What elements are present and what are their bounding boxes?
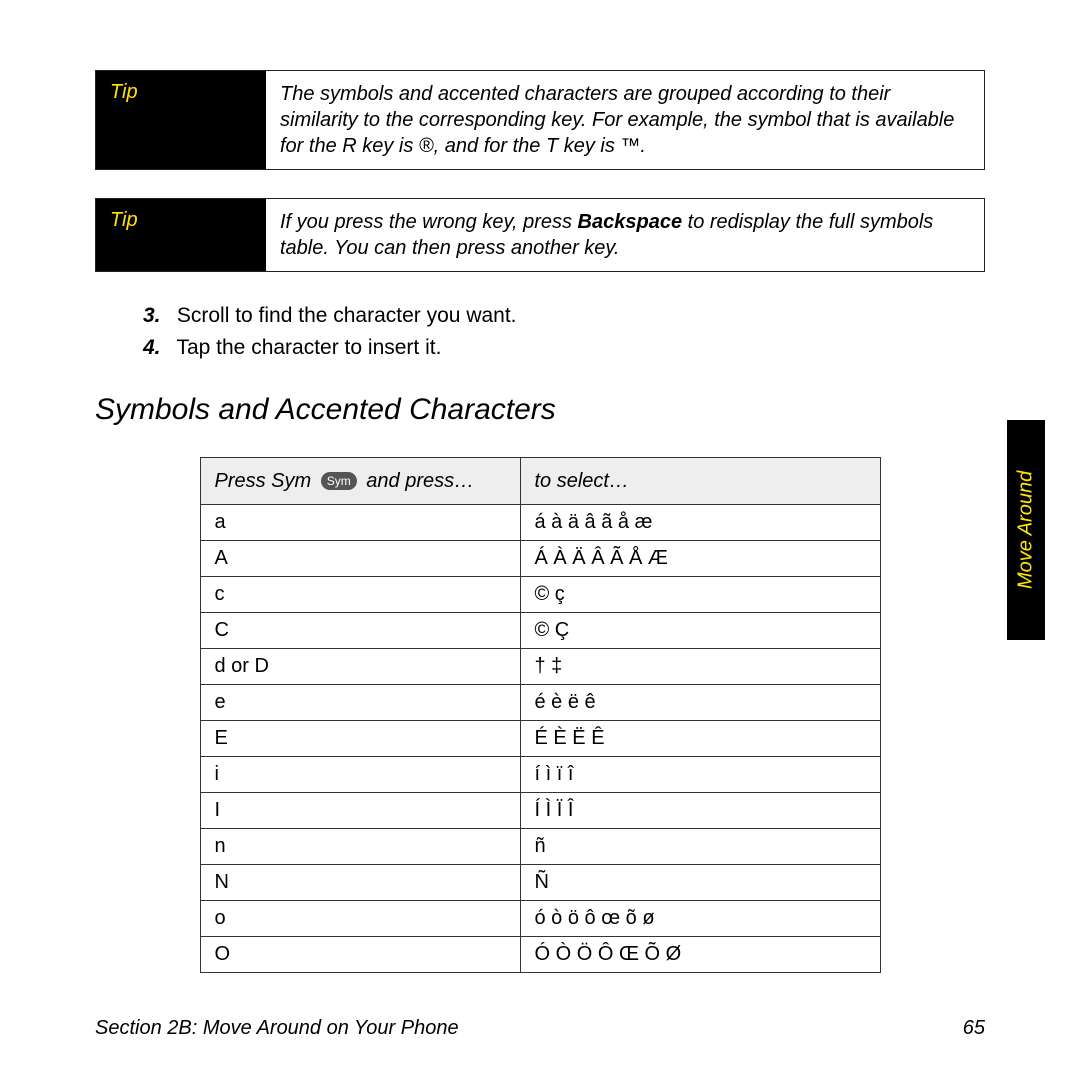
tip-box-2: Tip If you press the wrong key, press Ba… bbox=[95, 198, 985, 272]
tip-body-bold: Backspace bbox=[578, 211, 683, 233]
select-cell: Ñ bbox=[520, 865, 880, 901]
table-header-right: to select… bbox=[520, 458, 880, 505]
press-cell: n bbox=[200, 829, 520, 865]
table-row: NÑ bbox=[200, 865, 880, 901]
tip-label: Tip bbox=[96, 199, 266, 271]
step-text: Tap the character to insert it. bbox=[176, 336, 441, 359]
table-row: IÍ Ì Ï Î bbox=[200, 793, 880, 829]
tip-body-pre: If you press the wrong key, press bbox=[280, 211, 578, 233]
select-cell: © Ç bbox=[520, 613, 880, 649]
select-cell: Í Ì Ï Î bbox=[520, 793, 880, 829]
press-cell: A bbox=[200, 541, 520, 577]
table-row: eé è ë ê bbox=[200, 685, 880, 721]
press-cell: C bbox=[200, 613, 520, 649]
table-row: d or D† ‡ bbox=[200, 649, 880, 685]
footer: Section 2B: Move Around on Your Phone 65 bbox=[95, 1017, 985, 1040]
press-cell: e bbox=[200, 685, 520, 721]
step-item: 3. Scroll to find the character you want… bbox=[143, 300, 985, 332]
table-row: aá à ä â ã å æ bbox=[200, 505, 880, 541]
tip-body: If you press the wrong key, press Backsp… bbox=[266, 199, 984, 271]
page: Tip The symbols and accented characters … bbox=[0, 0, 1080, 1080]
table-row: nñ bbox=[200, 829, 880, 865]
header-left-pre: Press Sym bbox=[215, 470, 317, 492]
select-cell: ó ò ö ô œ õ ø bbox=[520, 901, 880, 937]
section-title: Symbols and Accented Characters bbox=[95, 393, 985, 427]
press-cell: d or D bbox=[200, 649, 520, 685]
press-cell: o bbox=[200, 901, 520, 937]
select-cell: © ç bbox=[520, 577, 880, 613]
press-cell: E bbox=[200, 721, 520, 757]
select-cell: í ì ï î bbox=[520, 757, 880, 793]
table-row: oó ò ö ô œ õ ø bbox=[200, 901, 880, 937]
step-number: 4. bbox=[143, 332, 171, 364]
table-header-row: Press Sym Sym and press… to select… bbox=[200, 458, 880, 505]
step-item: 4. Tap the character to insert it. bbox=[143, 332, 985, 364]
select-cell: ñ bbox=[520, 829, 880, 865]
select-cell: é è ë ê bbox=[520, 685, 880, 721]
tip-box-1: Tip The symbols and accented characters … bbox=[95, 70, 985, 170]
table-row: OÓ Ò Ö Ô Œ Õ Ø bbox=[200, 937, 880, 973]
press-cell: O bbox=[200, 937, 520, 973]
table-row: ií ì ï î bbox=[200, 757, 880, 793]
tip-label: Tip bbox=[96, 71, 266, 169]
select-cell: É È Ë Ê bbox=[520, 721, 880, 757]
press-cell: a bbox=[200, 505, 520, 541]
table-row: c© ç bbox=[200, 577, 880, 613]
press-cell: c bbox=[200, 577, 520, 613]
table-row: C© Ç bbox=[200, 613, 880, 649]
side-tab: Move Around bbox=[1007, 420, 1045, 640]
footer-section: Section 2B: Move Around on Your Phone bbox=[95, 1017, 459, 1040]
press-cell: i bbox=[200, 757, 520, 793]
table-row: EÉ È Ë Ê bbox=[200, 721, 880, 757]
select-cell: † ‡ bbox=[520, 649, 880, 685]
table-row: AÁ À Ä Â Ã Å Æ bbox=[200, 541, 880, 577]
press-cell: I bbox=[200, 793, 520, 829]
header-left-post: and press… bbox=[361, 470, 474, 492]
table-header-left: Press Sym Sym and press… bbox=[200, 458, 520, 505]
step-number: 3. bbox=[143, 300, 171, 332]
page-number: 65 bbox=[963, 1017, 985, 1040]
select-cell: Ó Ò Ö Ô Œ Õ Ø bbox=[520, 937, 880, 973]
select-cell: Á À Ä Â Ã Å Æ bbox=[520, 541, 880, 577]
sym-key-icon: Sym bbox=[321, 472, 357, 490]
tip-body: The symbols and accented characters are … bbox=[266, 71, 984, 169]
select-cell: á à ä â ã å æ bbox=[520, 505, 880, 541]
table-body: aá à ä â ã å æ AÁ À Ä Â Ã Å Æ c© ç C© Ç … bbox=[200, 505, 880, 973]
symbols-table: Press Sym Sym and press… to select… aá à… bbox=[200, 457, 881, 973]
step-list: 3. Scroll to find the character you want… bbox=[143, 300, 985, 363]
step-text: Scroll to find the character you want. bbox=[177, 304, 517, 327]
press-cell: N bbox=[200, 865, 520, 901]
